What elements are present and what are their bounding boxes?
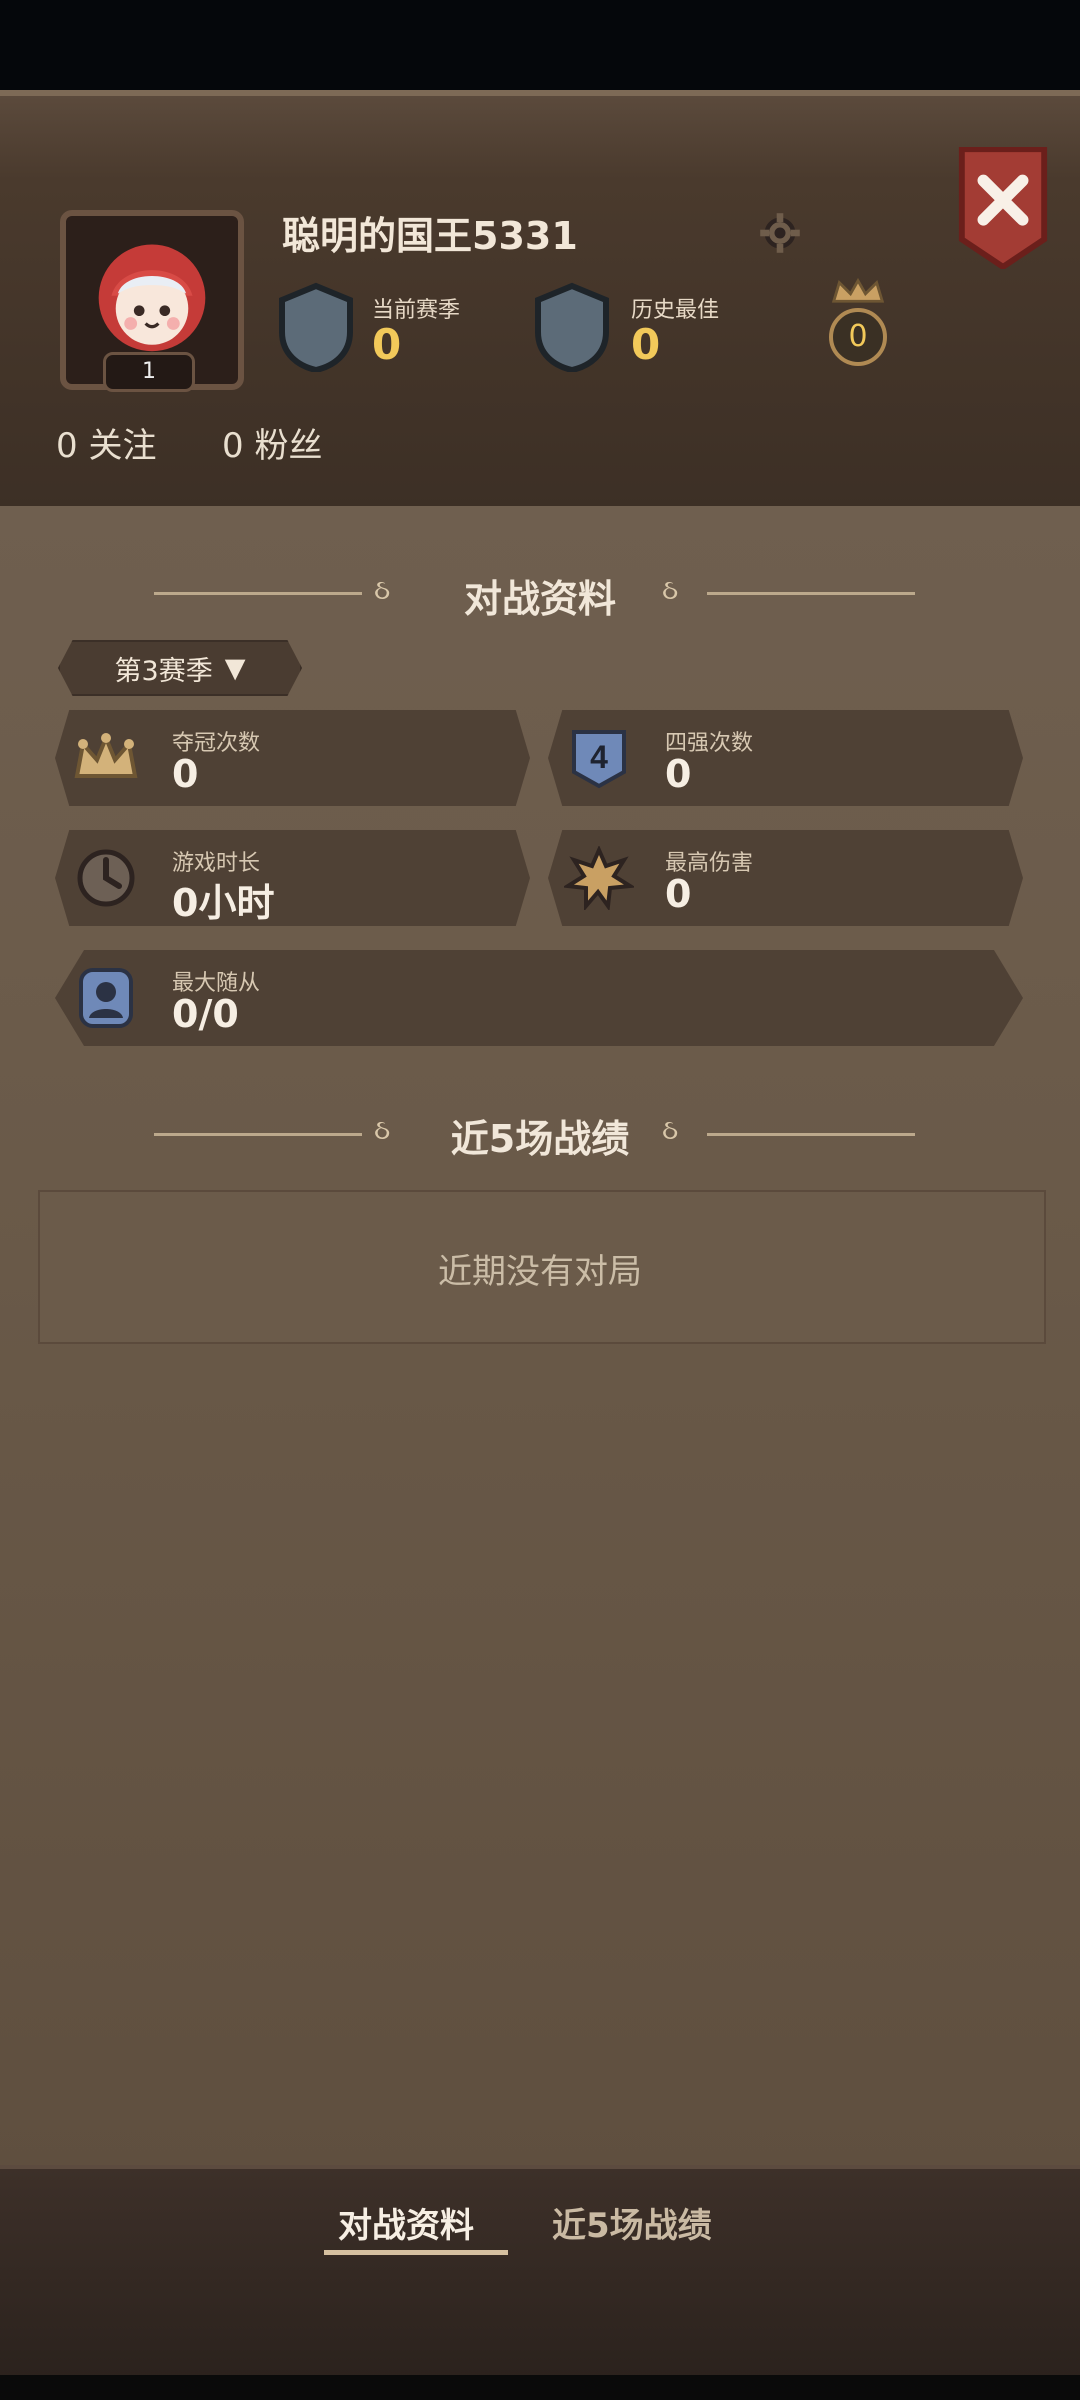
battle-info-title: 对战资料	[463, 577, 616, 621]
stat-value: 0/0	[172, 992, 239, 1036]
coin-badge: 0	[829, 308, 887, 366]
damage-icon	[564, 846, 634, 910]
chevron-down-icon: ▼	[224, 652, 246, 684]
stat-value: 0	[665, 752, 692, 796]
divider	[707, 1133, 915, 1136]
level-badge: 1	[103, 352, 195, 392]
minion-icon	[79, 968, 133, 1028]
username: 聪明的国王5331	[282, 214, 578, 258]
gear-icon[interactable]	[758, 211, 802, 255]
fans-count[interactable]: 0 粉丝	[222, 418, 322, 467]
tab-recent-records[interactable]: 近5场战绩	[552, 2198, 712, 2247]
svg-text:4: 4	[590, 739, 608, 775]
stat-card-minions: 最大随从 0/0	[55, 950, 1023, 1046]
season-select-label: 第3赛季	[114, 655, 213, 687]
recent-empty-text: 近期没有对局	[438, 1252, 642, 1292]
shield-icon	[279, 282, 353, 372]
recent-title: 近5场战绩	[450, 1117, 630, 1161]
tab-battle-info[interactable]: 对战资料	[338, 2198, 474, 2247]
shield-icon	[535, 282, 609, 372]
avatar-image	[98, 244, 206, 352]
stat-card-damage: 最高伤害 0	[548, 830, 1023, 926]
close-button[interactable]	[954, 147, 1052, 269]
stat-value: 0	[665, 872, 692, 916]
stat-card-champion: 夺冠次数 0	[55, 710, 530, 806]
divider	[707, 592, 915, 595]
current-season-value: 0	[372, 320, 402, 369]
clock-icon	[77, 849, 135, 907]
season-dropdown[interactable]: 第3赛季 ▼	[58, 640, 302, 696]
bottom-tabs-panel	[0, 2165, 1080, 2379]
history-best-value: 0	[631, 320, 661, 369]
stat-value: 0小时	[172, 881, 275, 925]
crown-icon	[74, 732, 138, 778]
swirl-icon: ઠ	[662, 1113, 679, 1146]
follow-count[interactable]: 0 关注	[56, 418, 156, 467]
four-icon: 4	[572, 730, 626, 789]
stat-card-playtime: 游戏时长 0小时	[55, 830, 530, 926]
tab-active-indicator	[324, 2250, 508, 2255]
swirl-icon: ઠ	[662, 573, 679, 606]
stat-card-top4: 4 四强次数 0	[548, 710, 1023, 806]
system-navigation-area	[0, 2375, 1080, 2400]
crown-icon	[831, 277, 885, 303]
stat-value: 0	[172, 752, 199, 796]
